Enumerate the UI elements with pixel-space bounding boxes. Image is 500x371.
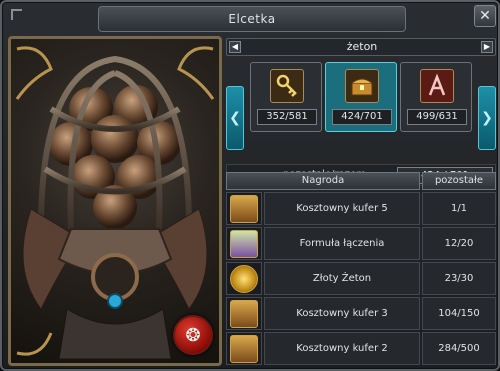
reward-name: Kosztowny kufer 3 bbox=[264, 297, 420, 330]
event-artwork: ❂ bbox=[8, 36, 222, 366]
token-slot[interactable]: 499/631 bbox=[400, 62, 472, 132]
title-bar[interactable]: Elcetka bbox=[98, 6, 406, 32]
reward-remaining: 23/30 bbox=[422, 262, 496, 295]
fire-seal-icon[interactable]: ❂ bbox=[173, 315, 213, 355]
chest-icon bbox=[345, 69, 379, 103]
reward-remaining: 104/150 bbox=[422, 297, 496, 330]
column-header-reward: Nagroda bbox=[226, 172, 420, 190]
reward-name: Kosztowny kufer 5 bbox=[264, 192, 420, 225]
token-slot[interactable]: 352/581 bbox=[250, 62, 322, 132]
rune-icon bbox=[420, 69, 454, 103]
gold-coin-icon bbox=[230, 264, 258, 293]
cage-egg-illustration bbox=[15, 46, 215, 360]
column-header-remaining: pozostałe bbox=[422, 172, 496, 190]
window-title: Elcetka bbox=[228, 12, 276, 26]
table-row[interactable]: Formuła łączenia 12/20 bbox=[226, 227, 496, 260]
table-row[interactable]: Kosztowny kufer 3 104/150 bbox=[226, 297, 496, 330]
table-row[interactable]: Złoty Żeton 23/30 bbox=[226, 262, 496, 295]
category-label: żeton bbox=[346, 40, 378, 53]
reward-remaining: 284/500 bbox=[422, 332, 496, 365]
scroll-right-button[interactable]: ❯ bbox=[478, 86, 496, 150]
reward-name: Złoty Żeton bbox=[264, 262, 420, 295]
key-icon bbox=[270, 69, 304, 103]
scroll-icon bbox=[230, 229, 258, 258]
table-row[interactable]: Kosztowny kufer 2 284/500 bbox=[226, 332, 496, 365]
category-selector: ◀ żeton ▶ bbox=[226, 38, 496, 56]
event-window: Elcetka ✕ ❂ ◀ żeton ▶ ❮ 352/581 424/701 … bbox=[0, 0, 500, 371]
token-count: 352/581 bbox=[257, 109, 317, 125]
token-slot-selected[interactable]: 424/701 bbox=[325, 62, 397, 132]
triangle-left-icon[interactable]: ◀ bbox=[229, 41, 241, 53]
reward-name: Formuła łączenia bbox=[264, 227, 420, 260]
token-count: 424/701 bbox=[332, 109, 392, 125]
token-slots: ❮ 352/581 424/701 499/631 ❯ bbox=[226, 60, 496, 186]
corner-ornament-icon bbox=[10, 8, 24, 22]
close-button[interactable]: ✕ bbox=[474, 5, 496, 27]
scroll-left-button[interactable]: ❮ bbox=[226, 86, 244, 150]
reward-panel: ◀ żeton ▶ ❮ 352/581 424/701 499/631 ❯ Na… bbox=[226, 38, 496, 368]
reward-remaining: 12/20 bbox=[422, 227, 496, 260]
chest-icon bbox=[230, 194, 258, 223]
chest-icon bbox=[230, 334, 258, 363]
triangle-right-icon[interactable]: ▶ bbox=[481, 41, 493, 53]
token-count: 499/631 bbox=[407, 109, 467, 125]
chest-icon bbox=[230, 299, 258, 328]
reward-name: Kosztowny kufer 2 bbox=[264, 332, 420, 365]
reward-remaining: 1/1 bbox=[422, 192, 496, 225]
table-row[interactable]: Kosztowny kufer 5 1/1 bbox=[226, 192, 496, 225]
